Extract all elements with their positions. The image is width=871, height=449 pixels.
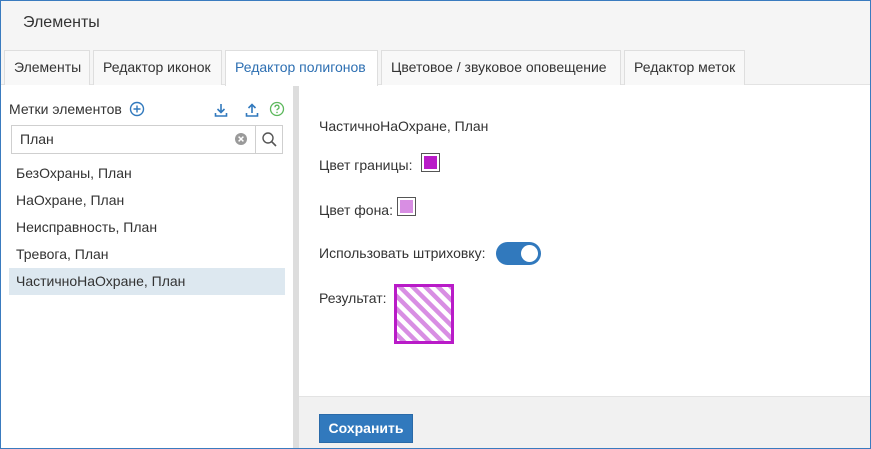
download-icon[interactable] bbox=[213, 102, 229, 118]
tab-color-sound-alert[interactable]: Цветовое / звуковое оповещение bbox=[381, 50, 621, 85]
editor-footer: Сохранить bbox=[299, 396, 870, 448]
search-field[interactable]: План bbox=[11, 125, 283, 154]
window-title: Элементы bbox=[23, 14, 100, 31]
tab-icon-editor[interactable]: Редактор иконок bbox=[93, 50, 222, 85]
result-preview bbox=[394, 284, 454, 344]
hatch-label: Использовать штриховку: bbox=[319, 245, 486, 261]
list-item-chastichno-naohrane[interactable]: ЧастичноНаОхране, План bbox=[9, 268, 285, 295]
tab-label-editor[interactable]: Редактор меток bbox=[624, 50, 745, 85]
upload-icon[interactable] bbox=[244, 102, 260, 118]
tab-bar: Элементы Редактор иконок Редактор полиго… bbox=[1, 46, 870, 86]
labels-header: Метки элементов bbox=[9, 101, 122, 117]
search-divider bbox=[255, 126, 256, 153]
window-titlebar: Элементы bbox=[1, 1, 870, 46]
fill-color-picker[interactable] bbox=[397, 197, 416, 216]
save-button[interactable]: Сохранить bbox=[319, 414, 413, 443]
border-color-picker[interactable] bbox=[421, 153, 440, 172]
list-item-neispravnost[interactable]: Неисправность, План bbox=[9, 214, 285, 241]
border-color-swatch bbox=[424, 156, 437, 169]
hatch-toggle[interactable] bbox=[496, 242, 541, 265]
search-icon[interactable] bbox=[261, 131, 278, 148]
border-color-label: Цвет границы: bbox=[319, 157, 413, 173]
toggle-knob bbox=[521, 245, 538, 262]
list-item-trevoga[interactable]: Тревога, План bbox=[9, 241, 285, 268]
labels-list: БезОхраны, План НаОхране, План Неисправн… bbox=[9, 160, 285, 295]
polygon-editor-panel: ЧастичноНаОхране, План Цвет границы: Цве… bbox=[299, 86, 870, 396]
clear-icon[interactable] bbox=[234, 132, 248, 146]
fill-color-swatch bbox=[400, 200, 413, 213]
list-item-naohrane[interactable]: НаОхране, План bbox=[9, 187, 285, 214]
editor-title: ЧастичноНаОхране, План bbox=[319, 118, 489, 134]
list-item-bezohrany[interactable]: БезОхраны, План bbox=[9, 160, 285, 187]
fill-color-label: Цвет фона: bbox=[319, 202, 393, 218]
result-label: Результат: bbox=[319, 290, 387, 306]
elements-window: Элементы Элементы Редактор иконок Редакт… bbox=[0, 0, 871, 449]
labels-panel: Метки элементов План БезОхраны, План НаО… bbox=[1, 86, 293, 448]
tab-elements[interactable]: Элементы bbox=[4, 50, 90, 85]
search-input[interactable]: План bbox=[20, 131, 54, 147]
tab-polygon-editor[interactable]: Редактор полигонов bbox=[225, 50, 378, 86]
add-circle-icon[interactable] bbox=[129, 101, 145, 117]
help-icon[interactable] bbox=[269, 101, 285, 117]
